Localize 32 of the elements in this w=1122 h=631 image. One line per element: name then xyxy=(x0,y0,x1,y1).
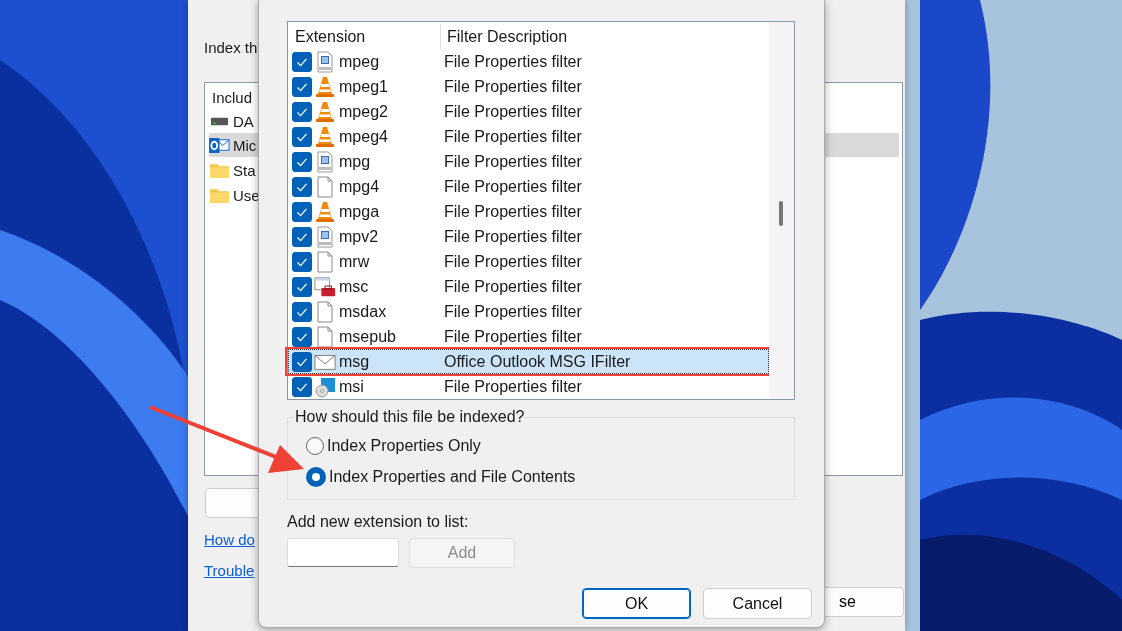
filter-description-cell-text: File Properties filter xyxy=(443,127,582,146)
extension-cell-text: msi xyxy=(338,377,365,396)
extension-cell-text: msc xyxy=(338,277,370,296)
field-label: Add new extension to list: xyxy=(287,513,469,531)
filter-description-cell-text: File Properties filter xyxy=(443,327,582,346)
filter-description-cell-text: File Properties filter xyxy=(443,77,582,96)
extension-cell-text: mpg xyxy=(338,152,372,171)
extension-cell-text: mpv2 xyxy=(338,227,380,246)
extension-cell-text: mpeg xyxy=(338,52,381,71)
column-header: Includ xyxy=(212,89,253,106)
filter-description-cell-text: File Properties filter xyxy=(443,152,582,171)
extension-cell-text: mpeg4 xyxy=(338,127,389,146)
extension-cell-text: mpga xyxy=(338,202,381,221)
extension-cell-text: msg xyxy=(338,352,371,371)
filter-description-cell-text: File Properties filter xyxy=(443,277,582,296)
filter-description-cell-text: File Properties filter xyxy=(443,102,582,121)
extension-cell-text: mpeg2 xyxy=(338,102,389,121)
description-text: Index th xyxy=(204,39,258,56)
extension-cell-text: mrw xyxy=(338,252,371,271)
extension-cell-text: msepub xyxy=(338,327,397,346)
filter-description-cell-text: File Properties filter xyxy=(443,377,582,396)
group-label: How should this file be indexed? xyxy=(294,408,526,426)
extension-cell-text: msdax xyxy=(338,302,388,321)
filter-description-cell-text: Office Outlook MSG IFilter xyxy=(443,352,631,371)
extension-cell-text: mpg4 xyxy=(338,177,381,196)
filter-description-cell-text: File Properties filter xyxy=(443,52,582,71)
filter-description-cell-text: File Properties filter xyxy=(443,177,582,196)
filter-description-cell-text: File Properties filter xyxy=(443,202,582,221)
filter-description-cell-text: File Properties filter xyxy=(443,252,582,271)
filter-description-cell-text: File Properties filter xyxy=(443,302,582,321)
extension-cell-text: mpeg1 xyxy=(338,77,389,96)
filter-description-cell-text: File Properties filter xyxy=(443,227,582,246)
